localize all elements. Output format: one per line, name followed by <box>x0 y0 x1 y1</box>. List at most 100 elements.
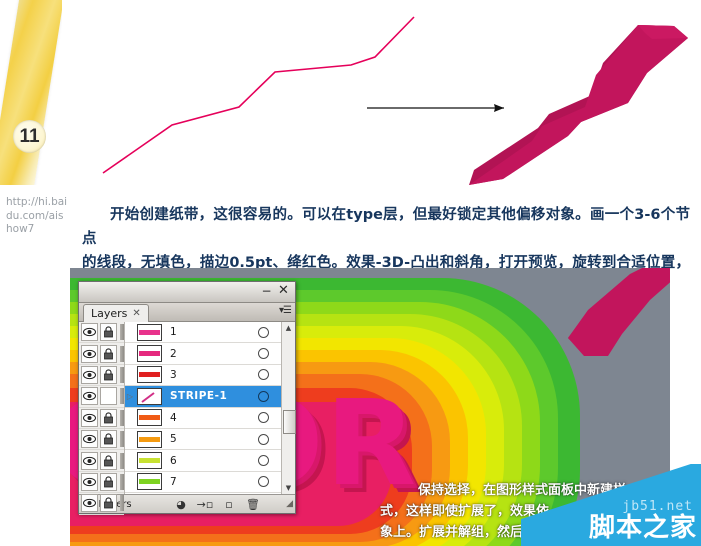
layer-name: 5 <box>170 433 177 446</box>
layer-control-5[interactable] <box>79 429 125 451</box>
tab-close-icon[interactable]: ✕ <box>132 308 140 319</box>
make-clipping-mask-icon[interactable]: ◕ <box>169 498 193 511</box>
minimize-icon[interactable]: − <box>260 285 273 297</box>
layer-control-8[interactable] <box>79 493 125 515</box>
panel-titlebar[interactable]: − ✕ <box>79 282 295 303</box>
create-sublayer-icon[interactable]: →▫ <box>193 498 217 511</box>
lock-icon[interactable] <box>99 323 117 342</box>
blog-url[interactable]: http://hi.baidu.com/aishow7 <box>6 196 68 237</box>
layer-target-circle[interactable] <box>258 412 269 424</box>
layer-control-6[interactable] <box>79 450 125 472</box>
caption-line-2: 式，这样即使扩展了，效果依 <box>380 504 550 519</box>
banner-ribbon <box>0 0 62 185</box>
layers-panel[interactable]: − ✕ Layers ✕ ▾☰ 123▷STRIPE-145678 ▲ ▼ 2 … <box>78 281 296 515</box>
eye-icon[interactable] <box>81 408 98 427</box>
close-icon[interactable]: ✕ <box>277 284 290 297</box>
eye-icon[interactable] <box>81 365 98 384</box>
layer-control-stripe-1[interactable] <box>79 386 125 408</box>
layer-thumbnail[interactable] <box>137 430 162 448</box>
layer-name: 2 <box>170 347 177 360</box>
create-new-layer-icon[interactable]: ▫ <box>217 498 241 511</box>
layer-target-circle[interactable] <box>258 476 269 488</box>
illustration-svg <box>102 16 688 185</box>
layer-control-7[interactable] <box>79 472 125 494</box>
delete-selection-icon[interactable]: 🗑 <box>241 498 265 511</box>
layer-thumbnail[interactable] <box>137 345 162 363</box>
layer-row[interactable]: 1 <box>125 322 281 344</box>
eye-icon[interactable] <box>81 344 98 363</box>
lock-icon[interactable] <box>99 365 117 384</box>
layer-controls-column[interactable] <box>79 322 125 515</box>
caption-line-3: 象上。扩展并解组，然后根据 <box>380 525 550 540</box>
layer-color-bar <box>119 452 125 469</box>
layer-control-3[interactable] <box>79 365 125 387</box>
source-polyline <box>102 16 415 174</box>
layer-target-circle[interactable] <box>258 390 269 402</box>
eye-icon[interactable] <box>81 430 98 449</box>
layer-target-circle[interactable] <box>258 326 269 338</box>
layer-control-1[interactable] <box>79 322 125 344</box>
issue-banner: AI-SHOW教程 11 <box>0 0 62 185</box>
panel-menu-icon[interactable]: ▾☰ <box>279 305 292 316</box>
scrollbar-thumb[interactable] <box>283 410 296 434</box>
lock-icon[interactable] <box>99 430 117 449</box>
lock-icon[interactable] <box>99 387 117 406</box>
layer-name: 6 <box>170 454 177 467</box>
layer-target-circle[interactable] <box>258 433 269 445</box>
eye-icon[interactable] <box>81 451 98 470</box>
layer-color-bar <box>119 409 125 426</box>
banner-title: AI-SHOW教程 <box>0 4 4 185</box>
layer-target-circle[interactable] <box>258 348 269 360</box>
tab-layers[interactable]: Layers ✕ <box>83 304 149 322</box>
layer-thumbnail[interactable] <box>137 366 162 384</box>
illustration-area <box>62 0 701 196</box>
layer-control-2[interactable] <box>79 343 125 365</box>
layer-row[interactable]: 8 <box>125 493 281 494</box>
resize-grip-icon[interactable]: ◢ <box>286 499 293 509</box>
lock-icon[interactable] <box>99 408 117 427</box>
layers-scrollbar[interactable]: ▲ ▼ <box>281 322 296 494</box>
eye-icon[interactable] <box>81 387 98 406</box>
scroll-up-icon[interactable]: ▲ <box>282 322 295 334</box>
layer-thumbnail[interactable] <box>137 473 162 491</box>
layer-color-bar <box>119 366 125 383</box>
layer-thumbnail[interactable] <box>137 323 162 341</box>
layer-thumbnail[interactable] <box>137 409 162 427</box>
layer-row[interactable]: 5 <box>125 429 281 451</box>
disclosure-triangle-icon[interactable]: ▷ <box>125 392 135 401</box>
process-arrow <box>367 104 504 112</box>
layer-control-4[interactable] <box>79 408 125 429</box>
layer-target-circle[interactable] <box>258 369 269 381</box>
layer-color-bar <box>119 324 125 341</box>
layer-names-column[interactable]: 1 2 3 ▷ STRIPE-1 4 5 6 7 8 <box>125 322 281 494</box>
layer-color-bar <box>119 495 125 512</box>
issue-number-badge: 11 <box>13 120 46 153</box>
tab-layers-label: Layers <box>91 307 128 320</box>
layer-thumbnail[interactable] <box>137 452 162 470</box>
layer-row[interactable]: 2 <box>125 343 281 365</box>
layer-row[interactable]: 7 <box>125 472 281 494</box>
layer-row[interactable]: 6 <box>125 450 281 472</box>
eye-icon[interactable] <box>81 494 98 513</box>
layer-name: STRIPE-1 <box>170 390 228 403</box>
layer-row[interactable]: ▷ STRIPE-1 <box>125 386 281 408</box>
lock-icon[interactable] <box>99 451 117 470</box>
eye-icon[interactable] <box>81 323 98 342</box>
layers-list[interactable]: 1 2 3 ▷ STRIPE-1 4 5 6 7 8 ▲ ▼ <box>79 322 296 515</box>
extruded-ribbon <box>469 25 688 185</box>
lock-icon[interactable] <box>99 472 117 491</box>
caption-line-1: 保持选择，在图形样式面板中新建样 <box>418 483 627 498</box>
layer-thumbnail[interactable] <box>137 387 162 405</box>
lock-icon[interactable] <box>99 494 117 513</box>
paragraph-line-1: 开始创建纸带，这很容易的。可以在type层，但最好锁定其他偏移对象。画一个3-6… <box>82 207 690 247</box>
layer-name: 1 <box>170 326 177 339</box>
eye-icon[interactable] <box>81 472 98 491</box>
layer-row[interactable]: 4 <box>125 408 281 429</box>
scroll-down-icon[interactable]: ▼ <box>282 482 295 494</box>
lock-icon[interactable] <box>99 344 117 363</box>
layer-row[interactable]: 3 <box>125 365 281 387</box>
layer-name: 3 <box>170 368 177 381</box>
layer-target-circle[interactable] <box>258 455 269 467</box>
layer-color-bar <box>119 473 125 490</box>
layer-name: 7 <box>170 475 177 488</box>
